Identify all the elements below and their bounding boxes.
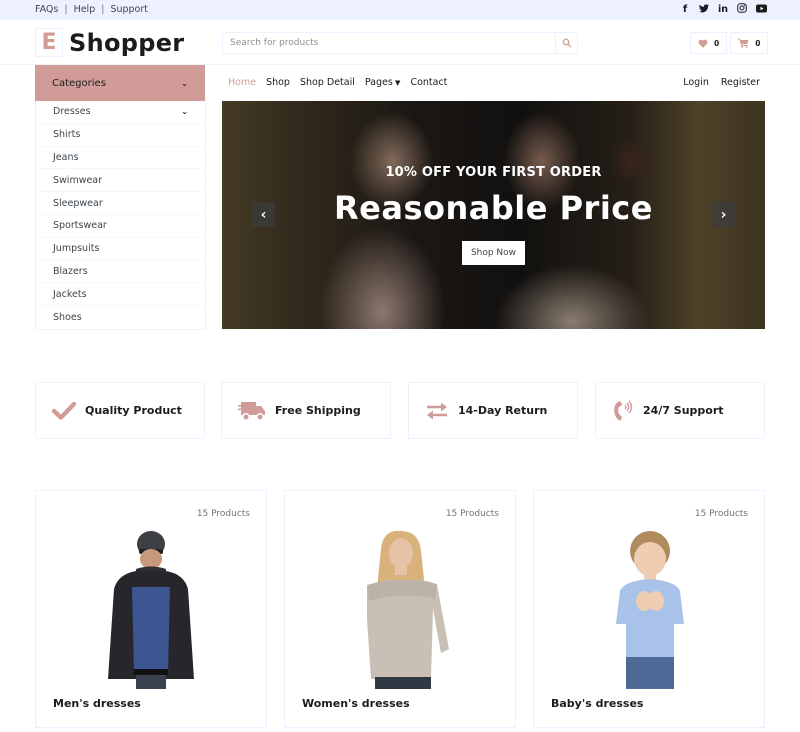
exchange-arrows-icon <box>427 402 447 419</box>
feature-label: Free Shipping <box>275 404 361 417</box>
men-product-image <box>108 531 194 689</box>
baby-product-image <box>616 531 684 689</box>
category-label: Jeans <box>53 151 79 163</box>
category-card-men[interactable]: 15 Products Men's dresses <box>35 490 267 728</box>
chevron-down-icon: ⌄ <box>181 107 188 117</box>
linkedin-icon[interactable]: in <box>718 4 728 15</box>
youtube-icon[interactable] <box>756 4 767 16</box>
carousel-prev-button[interactable]: ‹ <box>252 202 275 227</box>
instagram-icon[interactable] <box>737 3 747 16</box>
chevron-left-icon: ‹ <box>260 206 267 223</box>
categories-list: Dresses ⌄ Shirts Jeans Swimwear Sleepwea… <box>35 101 206 330</box>
shipping-truck-icon <box>238 401 265 421</box>
register-link[interactable]: Register <box>721 77 760 88</box>
facebook-icon[interactable]: f <box>680 4 690 15</box>
carousel-next-button[interactable]: › <box>712 202 735 227</box>
hero-title: Reasonable Price <box>334 189 653 227</box>
nav-pages-label: Pages <box>364 77 393 88</box>
category-item-blazers[interactable]: Blazers <box>36 261 205 284</box>
category-label: Sportswear <box>53 220 107 232</box>
product-count: 15 Products <box>694 509 748 519</box>
header: E Shopper 0 0 <box>0 20 800 65</box>
feature-label: 24/7 Support <box>643 404 724 417</box>
account-nav: Login Register <box>683 77 760 88</box>
category-card-women[interactable]: 15 Products Women's dresses <box>284 490 516 728</box>
category-item-jackets[interactable]: Jackets <box>36 283 205 307</box>
category-label: Jumpsuits <box>53 243 100 255</box>
nav-contact[interactable]: Contact <box>410 77 447 88</box>
cart-button[interactable]: 0 <box>730 32 769 54</box>
logo[interactable]: E Shopper <box>35 28 184 57</box>
search-icon <box>562 38 571 48</box>
feature-label: Quality Product <box>85 404 182 417</box>
category-name: Baby's dresses <box>551 697 644 710</box>
category-label: Swimwear <box>53 174 103 186</box>
cart-icon <box>738 38 749 48</box>
help-link[interactable]: Help <box>74 4 96 15</box>
shop-now-button[interactable]: Shop Now <box>462 241 525 265</box>
cart-count: 0 <box>755 38 761 48</box>
main-nav: Home Shop Shop Detail Pages ▼ Contact <box>228 77 447 88</box>
product-count: 15 Products <box>445 509 499 519</box>
wishlist-button[interactable]: 0 <box>690 32 728 54</box>
product-count: 15 Products <box>196 509 250 519</box>
chevron-right-icon: › <box>720 206 727 223</box>
caret-down-icon: ▼ <box>392 79 401 87</box>
feature-quality: Quality Product <box>35 382 205 439</box>
category-item-jumpsuits[interactable]: Jumpsuits <box>36 238 205 261</box>
top-bar: FAQs | Help | Support f in <box>0 0 800 20</box>
header-actions: 0 0 <box>690 32 769 54</box>
category-label: Shirts <box>53 129 81 141</box>
feature-label: 14-Day Return <box>458 404 548 417</box>
categories-toggle[interactable]: Categories ⌄ <box>35 65 205 101</box>
category-name: Men's dresses <box>53 697 141 710</box>
logo-text: Shopper <box>69 28 185 57</box>
category-item-shoes[interactable]: Shoes <box>36 306 205 329</box>
categories-title: Categories <box>52 77 106 89</box>
category-label: Dresses <box>53 106 91 118</box>
nav-shop-detail[interactable]: Shop Detail <box>300 77 355 88</box>
nav-pages[interactable]: Pages ▼ <box>365 77 401 88</box>
divider: | <box>101 4 105 15</box>
category-item-dresses[interactable]: Dresses ⌄ <box>36 101 205 124</box>
wishlist-count: 0 <box>714 38 720 48</box>
category-label: Jackets <box>53 288 87 300</box>
hero-carousel: 10% OFF YOUR FIRST ORDER Reasonable Pric… <box>222 101 765 329</box>
feature-shipping: Free Shipping <box>221 382 391 439</box>
category-name: Women's dresses <box>302 697 410 710</box>
feature-return: 14-Day Return <box>408 382 578 439</box>
search-input[interactable] <box>223 33 555 53</box>
heart-icon <box>698 39 708 48</box>
feature-support: 24/7 Support <box>595 382 765 439</box>
phone-volume-icon <box>614 400 633 420</box>
category-label: Shoes <box>53 312 82 324</box>
category-label: Sleepwear <box>53 197 103 209</box>
category-item-sportswear[interactable]: Sportswear <box>36 215 205 238</box>
category-label: Blazers <box>53 265 88 277</box>
top-links: FAQs | Help | Support <box>35 4 148 15</box>
divider: | <box>64 4 68 15</box>
social-links: f in <box>680 3 767 16</box>
faqs-link[interactable]: FAQs <box>35 4 58 15</box>
login-link[interactable]: Login <box>683 77 709 88</box>
nav-shop[interactable]: Shop <box>266 77 290 88</box>
category-card-baby[interactable]: 15 Products Baby's dresses <box>533 490 765 728</box>
logo-letter: E <box>35 28 63 57</box>
category-item-shirts[interactable]: Shirts <box>36 124 205 147</box>
hero-kicker: 10% OFF YOUR FIRST ORDER <box>385 165 602 180</box>
category-item-swimwear[interactable]: Swimwear <box>36 169 205 193</box>
check-icon <box>52 401 76 420</box>
chevron-down-icon: ⌄ <box>181 78 188 88</box>
search-button[interactable] <box>555 33 577 53</box>
twitter-icon[interactable] <box>699 3 709 16</box>
women-product-image <box>367 530 449 689</box>
search-bar <box>222 32 578 54</box>
nav-home[interactable]: Home <box>228 77 256 88</box>
support-link[interactable]: Support <box>110 4 148 15</box>
category-item-sleepwear[interactable]: Sleepwear <box>36 192 205 215</box>
category-item-jeans[interactable]: Jeans <box>36 147 205 170</box>
